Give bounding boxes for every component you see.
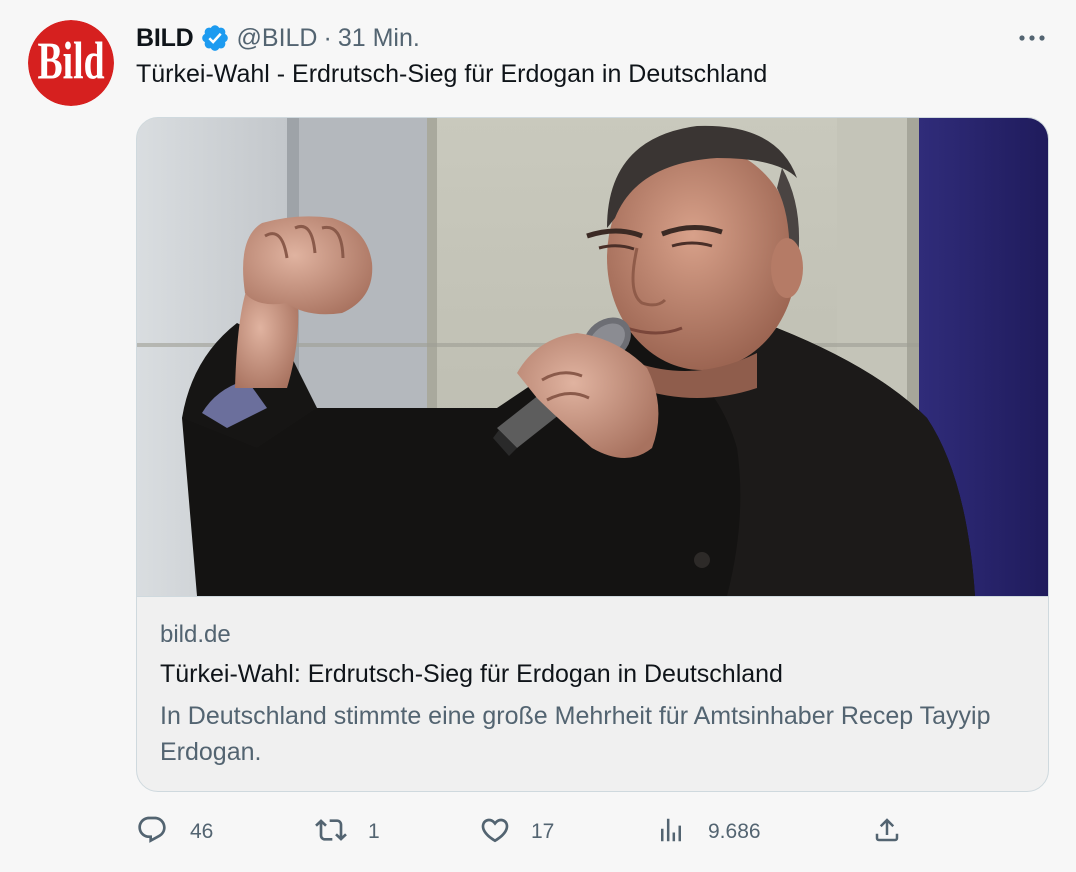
bild-logo-lettering: Bild (38, 31, 105, 90)
avatar[interactable]: Bild (28, 20, 114, 106)
card-description: In Deutschland stimmte eine große Mehrhe… (160, 702, 991, 766)
views-button[interactable]: 9.686 (656, 812, 761, 852)
views-count: 9.686 (708, 820, 761, 843)
tweet-header: BILD @BILD · 31 Min. (136, 21, 420, 55)
action-bar: 46 1 17 9.686 (136, 812, 1047, 852)
author-display-name[interactable]: BILD (136, 24, 194, 53)
card-title: Türkei-Wahl: Erdrutsch-Sieg für Erdogan … (160, 660, 783, 688)
share-icon (872, 815, 902, 850)
header-separator: · (323, 23, 332, 52)
retweet-count: 1 (368, 820, 380, 843)
like-count: 17 (531, 820, 555, 843)
tweet-text: Türkei-Wahl - Erdrutsch-Sieg für Erdogan… (136, 60, 768, 88)
views-chart-icon (656, 815, 686, 850)
reply-button[interactable]: 46 (136, 812, 213, 852)
author-handle[interactable]: @BILD (237, 24, 318, 53)
verified-badge-icon (200, 23, 230, 53)
card-domain: bild.de (160, 621, 231, 648)
tweet[interactable]: Bild BILD @BILD · 31 Min. Türkei-Wahl - … (0, 0, 1076, 872)
link-card[interactable]: bild.de Türkei-Wahl: Erdrutsch-Sieg für … (136, 117, 1049, 792)
reply-count: 46 (190, 820, 214, 843)
retweet-button[interactable]: 1 (314, 812, 380, 852)
tweet-timestamp[interactable]: 31 Min. (338, 24, 420, 53)
heart-icon (479, 814, 511, 851)
card-image[interactable] (137, 118, 1048, 597)
like-button[interactable]: 17 (479, 812, 554, 852)
bild-logo-icon: Bild (28, 20, 114, 106)
card-photo (137, 118, 1048, 596)
retweet-icon (314, 814, 348, 851)
share-button[interactable] (872, 812, 902, 852)
reply-icon (136, 814, 168, 851)
more-options-icon[interactable] (1014, 24, 1050, 52)
